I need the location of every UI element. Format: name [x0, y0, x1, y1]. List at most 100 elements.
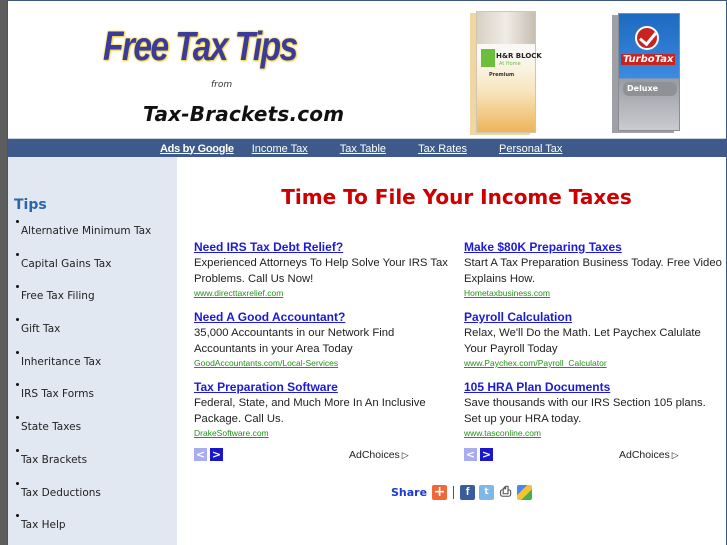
adchoices-icon: ▷	[671, 450, 679, 460]
bullet-icon	[16, 252, 19, 256]
google-bookmark-icon[interactable]	[517, 484, 533, 500]
header: Free Tax Tips from Tax-Brackets.com H&R …	[8, 1, 726, 138]
bullet-icon	[16, 220, 19, 223]
turbotax-edition: Deluxe	[623, 82, 677, 96]
ad-url-link[interactable]: www.directtaxrelief.com	[194, 287, 454, 300]
sidebar-item-free-tax-filing[interactable]: Free Tax Filing	[8, 284, 151, 317]
ad-footer-left: < > AdChoices ▷	[194, 446, 454, 462]
sidebar-item-label: Tax Deductions	[21, 486, 101, 499]
ad-text: Federal, State, and Much More In An Incl…	[194, 397, 426, 425]
sidebar: Tips Alternative Minimum Tax Capital Gai…	[8, 157, 177, 545]
bullet-icon	[16, 416, 19, 420]
sidebar-item-label: Gift Tax	[21, 323, 61, 336]
page-title-text: Time To File Your Income Taxes	[281, 185, 632, 209]
ad-url-link[interactable]: GoodAccountants.com/Local-Services	[194, 357, 454, 370]
print-icon[interactable]: ⎙	[498, 484, 513, 500]
adchoices-link[interactable]: AdChoices ▷	[619, 449, 679, 461]
sidebar-item-tax-brackets[interactable]: Tax Brackets	[8, 448, 151, 481]
ad-text: Relax, We'll Do the Math. Let Paychex Ca…	[464, 327, 701, 355]
facebook-icon[interactable]: f	[460, 484, 476, 500]
ad-text: Save thousands with our IRS Section 105 …	[464, 397, 706, 425]
ad-url-link[interactable]: www.tasconline.com	[464, 427, 724, 440]
sidebar-item-tax-deductions[interactable]: Tax Deductions	[8, 481, 151, 514]
sidebar-item-tax-help[interactable]: Tax Help	[8, 513, 151, 545]
sidebar-item-label: Inheritance Tax	[21, 355, 102, 368]
ad-item: Tax Preparation Software Federal, State,…	[194, 379, 454, 449]
bullet-icon	[16, 350, 19, 354]
ad-prev-button[interactable]: <	[194, 448, 207, 461]
ad-item: Make $80K Preparing Taxes Start A Tax Pr…	[464, 239, 724, 309]
sidebar-item-label: Capital Gains Tax	[21, 257, 112, 270]
hrblock-logo-square	[481, 49, 495, 67]
ad-title-link[interactable]: Tax Preparation Software	[194, 379, 454, 395]
ad-title-link[interactable]: Make $80K Preparing Taxes	[464, 239, 724, 255]
sidebar-item-label: Tax Brackets	[21, 453, 88, 466]
page-title: Time To File Your Income Taxes	[177, 185, 726, 209]
ad-block-right: Make $80K Preparing Taxes Start A Tax Pr…	[464, 239, 724, 461]
bullet-icon	[16, 285, 19, 289]
share-bar: Share + f t ⎙	[391, 483, 533, 501]
nav-link-tax-rates[interactable]: Tax Rates	[418, 143, 467, 155]
ad-title-link[interactable]: 105 HRA Plan Documents	[464, 379, 724, 395]
nav-link-income-tax[interactable]: Income Tax	[252, 143, 308, 155]
sidebar-item-alternative-minimum-tax[interactable]: Alternative Minimum Tax	[8, 219, 151, 252]
turbotax-name: TurboTax	[621, 54, 676, 65]
tips-list: Alternative Minimum Tax Capital Gains Ta…	[8, 219, 151, 545]
ad-text: Experienced Attorneys To Help Solve Your…	[194, 257, 448, 285]
ad-item: Need A Good Accountant? 35,000 Accountan…	[194, 309, 454, 379]
adchoices-label: AdChoices	[619, 449, 670, 461]
twitter-icon[interactable]: t	[479, 484, 495, 500]
logo-title[interactable]: Free Tax Tips	[103, 23, 298, 70]
checkmark-icon	[635, 26, 659, 50]
turbotax-product-image[interactable]: TurboTax Deluxe	[618, 13, 680, 131]
hrblock-photo	[477, 12, 535, 44]
navbar: Ads by Google Income Tax Tax Table Tax R…	[8, 138, 726, 157]
ad-url-link[interactable]: DrakeSoftware.com	[194, 427, 454, 440]
adchoices-icon: ▷	[401, 450, 409, 460]
sidebar-item-label: Free Tax Filing	[21, 290, 95, 303]
ad-url-link[interactable]: Hometaxbusiness.com	[464, 287, 724, 300]
nav-link-personal-tax[interactable]: Personal Tax	[499, 143, 562, 155]
adchoices-link[interactable]: AdChoices ▷	[349, 449, 409, 461]
sidebar-item-irs-tax-forms[interactable]: IRS Tax Forms	[8, 382, 151, 415]
logo-site[interactable]: Tax-Brackets.com	[143, 102, 344, 126]
sidebar-item-inheritance-tax[interactable]: Inheritance Tax	[8, 350, 151, 383]
bullet-icon	[16, 514, 19, 518]
sidebar-item-label: Tax Help	[21, 519, 66, 532]
separator	[453, 485, 455, 499]
hrblock-edition: Premium	[489, 72, 515, 78]
bullet-icon	[16, 481, 19, 485]
sidebar-item-label: IRS Tax Forms	[21, 388, 94, 401]
ad-item: Payroll Calculation Relax, We'll Do the …	[464, 309, 724, 379]
page: Free Tax Tips from Tax-Brackets.com H&R …	[7, 0, 727, 545]
ad-next-button[interactable]: >	[480, 448, 493, 461]
ad-title-link[interactable]: Payroll Calculation	[464, 309, 724, 325]
bullet-icon	[16, 448, 19, 452]
tips-heading: Tips	[14, 197, 47, 213]
ads-by-google-link[interactable]: Ads by Google	[160, 143, 234, 155]
hrblock-name: H&R BLOCK	[496, 52, 542, 60]
plus-icon[interactable]: +	[432, 484, 448, 500]
ad-item: Need IRS Tax Debt Relief? Experienced At…	[194, 239, 454, 309]
ad-text: Start A Tax Preparation Business Today. …	[464, 257, 722, 285]
ad-block-left: Need IRS Tax Debt Relief? Experienced At…	[194, 239, 454, 461]
sidebar-item-capital-gains-tax[interactable]: Capital Gains Tax	[8, 252, 151, 285]
ad-next-button[interactable]: >	[210, 448, 223, 461]
adchoices-label: AdChoices	[349, 449, 400, 461]
ad-footer-right: < > AdChoices ▷	[464, 446, 724, 462]
ad-item: 105 HRA Plan Documents Save thousands wi…	[464, 379, 724, 449]
logo-from: from	[211, 80, 233, 90]
sidebar-item-state-taxes[interactable]: State Taxes	[8, 415, 151, 448]
bullet-icon	[16, 383, 19, 387]
nav-link-tax-table[interactable]: Tax Table	[340, 143, 386, 155]
sidebar-item-label: State Taxes	[21, 421, 82, 434]
bullet-icon	[16, 318, 19, 322]
ad-url-link[interactable]: www.Paychex.com/Payroll_Calculator	[464, 357, 724, 370]
ad-text: 35,000 Accountants in our Network Find A…	[194, 327, 395, 355]
hrblock-product-image[interactable]: H&R BLOCK At Home Premium	[476, 11, 542, 133]
ad-prev-button[interactable]: <	[464, 448, 477, 461]
share-label[interactable]: Share	[391, 486, 427, 499]
sidebar-item-gift-tax[interactable]: Gift Tax	[8, 317, 151, 350]
ad-title-link[interactable]: Need IRS Tax Debt Relief?	[194, 239, 454, 255]
ad-title-link[interactable]: Need A Good Accountant?	[194, 309, 454, 325]
